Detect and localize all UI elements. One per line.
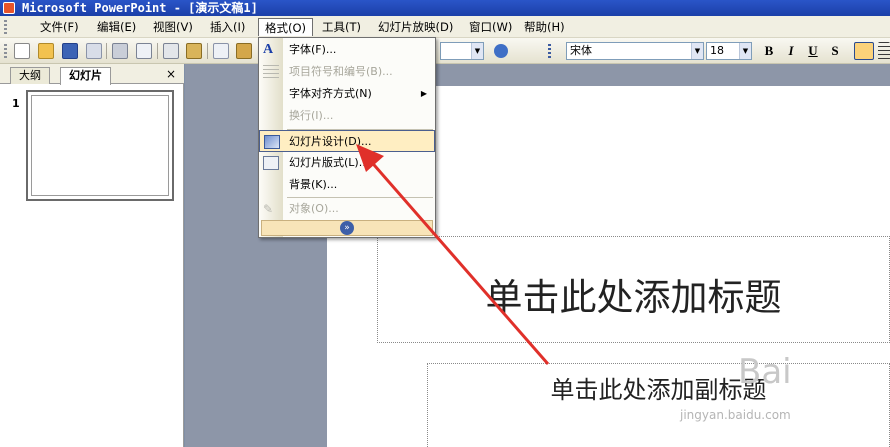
slide-layout-icon <box>263 156 279 170</box>
menu-edit[interactable]: 编辑(E) <box>91 18 142 36</box>
menu-item-label: 字体(F)... <box>289 43 337 56</box>
menu-item-bullets[interactable]: 项目符号和编号(B)... <box>259 61 435 83</box>
slide-design-icon <box>264 135 280 149</box>
save-icon[interactable] <box>62 43 78 59</box>
font-size-value: 18 <box>710 44 724 57</box>
object-icon: ✎ <box>263 202 274 216</box>
chevron-down-icon[interactable]: ▼ <box>739 43 751 59</box>
submenu-arrow-icon: ▶ <box>420 89 427 98</box>
menu-item-label: 项目符号和编号(B)... <box>289 65 393 78</box>
slides-outline-pane: 大纲 幻灯片 × 1 <box>0 64 184 447</box>
font-A-icon: A <box>263 42 274 57</box>
new-document-icon[interactable] <box>14 43 30 59</box>
menu-item-object[interactable]: ✎ 对象(O)... <box>259 198 435 220</box>
menu-tools[interactable]: 工具(T) <box>316 18 367 36</box>
menu-window[interactable]: 窗口(W) <box>463 18 518 36</box>
format-dropdown-menu: A 字体(F)... 项目符号和编号(B)... 字体对齐方式(N) ▶ 换行(… <box>258 37 436 238</box>
double-chevron-down-icon: » <box>340 221 354 235</box>
menu-item-label: 幻灯片版式(L)... <box>289 156 370 169</box>
menu-item-label: 换行(I)... <box>289 109 334 122</box>
menu-bar: 文件(F) 编辑(E) 视图(V) 插入(I) 格式(O) 工具(T) 幻灯片放… <box>0 16 890 38</box>
permission-icon[interactable] <box>86 43 102 59</box>
menu-item-slide-layout[interactable]: 幻灯片版式(L)... <box>259 152 435 174</box>
font-size-combo[interactable]: 18 ▼ <box>706 42 752 60</box>
menu-item-line-break[interactable]: 换行(I)... <box>259 105 435 127</box>
underline-button[interactable]: U <box>804 42 822 60</box>
help-icon[interactable] <box>494 44 508 58</box>
shadow-button[interactable]: S <box>826 42 844 60</box>
menu-help[interactable]: 帮助(H) <box>518 18 571 36</box>
menu-item-background[interactable]: 背景(K)... <box>259 174 435 196</box>
menu-view[interactable]: 视图(V) <box>147 18 199 36</box>
zoom-combo[interactable]: ▼ <box>440 42 484 60</box>
print-preview-icon[interactable] <box>136 43 152 59</box>
close-icon[interactable]: × <box>166 67 176 81</box>
italic-button[interactable]: I <box>782 42 800 60</box>
menu-insert[interactable]: 插入(I) <box>204 18 251 36</box>
menu-item-label: 幻灯片设计(D)... <box>289 135 372 148</box>
menubar-grip-handle[interactable] <box>4 20 7 34</box>
tab-slides[interactable]: 幻灯片 <box>60 67 111 85</box>
watermark-text: jingyan.baidu.com <box>680 408 791 422</box>
paste-icon[interactable] <box>236 43 252 59</box>
chevron-down-icon[interactable]: ▼ <box>471 43 483 59</box>
menu-item-font[interactable]: A 字体(F)... <box>259 39 435 61</box>
formatting-toolbar-grip-handle[interactable] <box>548 44 551 58</box>
window-title-bar: Microsoft PowerPoint - [演示文稿1] <box>0 0 890 16</box>
tab-outline[interactable]: 大纲 <box>10 67 50 84</box>
bullets-icon <box>263 65 279 79</box>
window-title: Microsoft PowerPoint - [演示文稿1] <box>22 1 258 15</box>
menu-item-label: 对象(O)... <box>289 202 339 215</box>
menu-item-font-alignment[interactable]: 字体对齐方式(N) ▶ <box>259 83 435 105</box>
title-placeholder-text: 单击此处添加标题 <box>485 276 782 319</box>
slide-number: 1 <box>12 97 20 110</box>
slide-thumbnail-border <box>31 95 169 196</box>
toolbar-separator <box>106 43 107 59</box>
pane-tab-strip: 大纲 幻灯片 × <box>0 64 184 85</box>
menu-format[interactable]: 格式(O) <box>258 18 314 36</box>
font-name-value: 宋体 <box>570 44 592 57</box>
powerpoint-app-icon[interactable] <box>3 2 15 14</box>
menu-file[interactable]: 文件(F) <box>34 18 85 36</box>
copy-icon[interactable] <box>213 43 229 59</box>
title-placeholder[interactable]: 单击此处添加标题 <box>377 236 890 343</box>
menu-item-label: 背景(K)... <box>289 178 338 191</box>
subtitle-placeholder[interactable]: 单击此处添加副标题 <box>427 363 890 447</box>
menu-item-label: 字体对齐方式(N) <box>289 87 372 100</box>
subtitle-placeholder-text: 单击此处添加副标题 <box>550 376 767 404</box>
toolbar-separator <box>157 43 158 59</box>
toolbar-grip-handle[interactable] <box>4 44 7 58</box>
baidu-watermark-logo: Bai <box>738 352 792 392</box>
center-align-icon[interactable] <box>878 42 890 60</box>
slide-thumbnail[interactable] <box>26 90 174 201</box>
bold-button[interactable]: B <box>760 42 778 60</box>
menu-slideshow[interactable]: 幻灯片放映(D) <box>372 18 459 36</box>
align-left-icon[interactable] <box>854 42 874 60</box>
research-icon[interactable] <box>186 43 202 59</box>
expand-menu-button[interactable]: » <box>261 220 433 236</box>
chevron-down-icon[interactable]: ▼ <box>691 43 703 59</box>
open-folder-icon[interactable] <box>38 43 54 59</box>
toolbar-separator <box>207 43 208 59</box>
standard-toolbar: ▼ 宋体 ▼ 18 ▼ B I U S <box>0 38 890 64</box>
font-name-combo[interactable]: 宋体 ▼ <box>566 42 704 60</box>
menu-item-slide-design[interactable]: 幻灯片设计(D)... <box>259 130 435 152</box>
print-icon[interactable] <box>112 43 128 59</box>
spelling-icon[interactable] <box>163 43 179 59</box>
